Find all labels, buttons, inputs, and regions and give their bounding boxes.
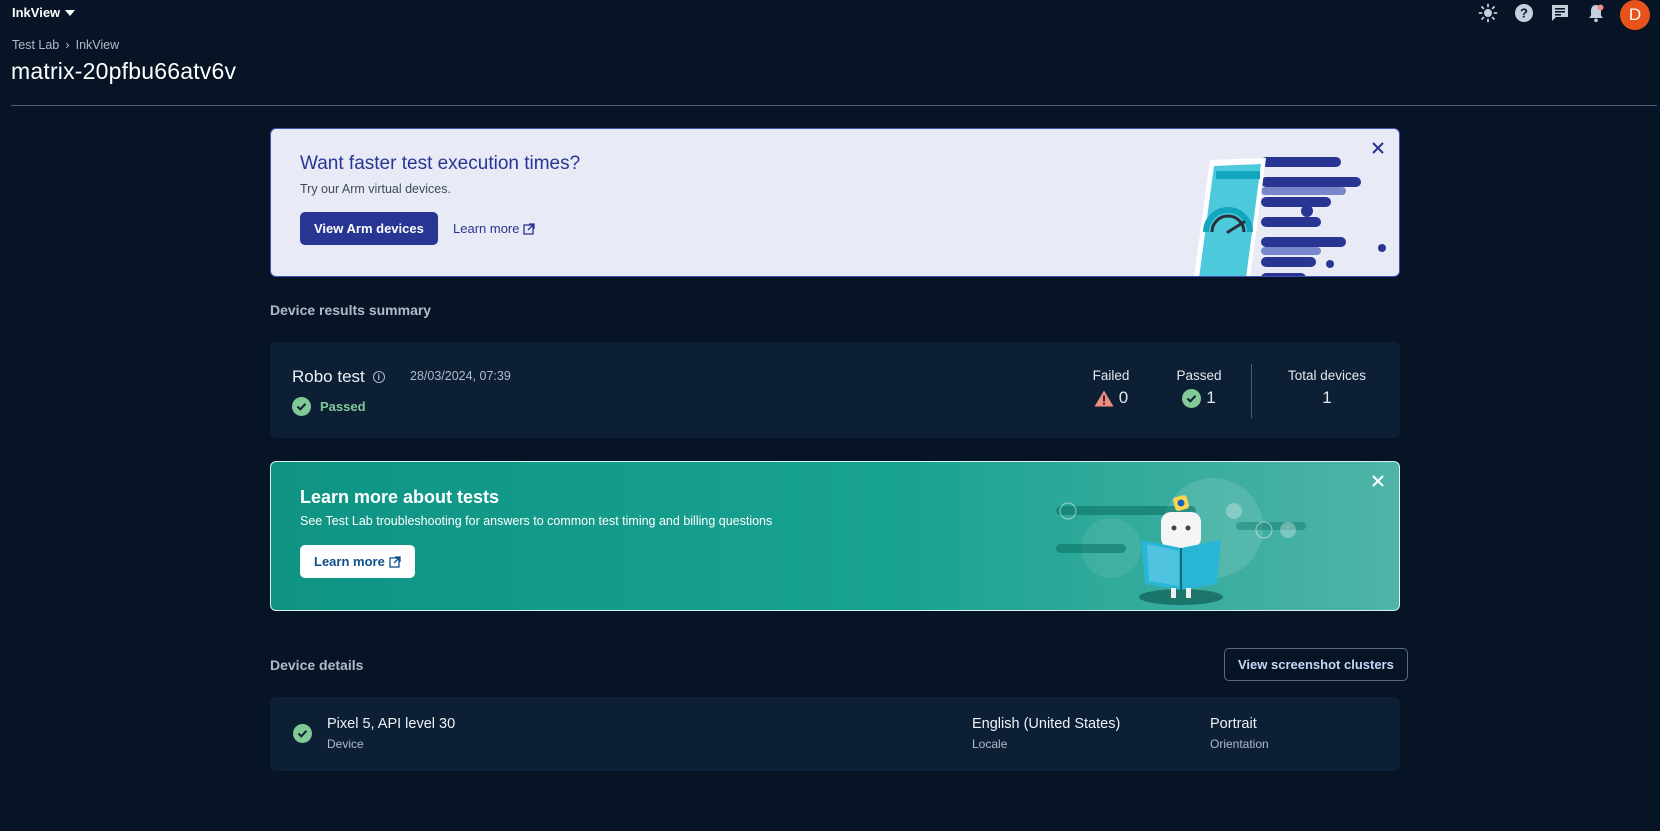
top-bar: InkView ? D <box>0 0 1660 30</box>
status-badge: Passed <box>292 397 366 416</box>
theme-icon[interactable] <box>1476 2 1499 25</box>
divider <box>11 105 1657 106</box>
check-circle-icon <box>1182 388 1202 408</box>
device-details-heading: Device details <box>270 657 364 673</box>
project-name: InkView <box>12 5 61 20</box>
avatar[interactable]: D <box>1620 0 1650 30</box>
check-circle-icon <box>292 397 311 416</box>
check-circle-icon <box>293 724 312 743</box>
feedback-icon[interactable] <box>1548 2 1571 25</box>
stat-value: 1 <box>1322 388 1332 407</box>
project-selector[interactable]: InkView <box>12 5 76 20</box>
info-icon[interactable]: i <box>372 371 385 383</box>
orientation-value: Portrait <box>1210 716 1257 732</box>
status-text: Passed <box>320 399 366 414</box>
summary-card: Robo test i 28/03/2024, 07:39 Passed Fai… <box>270 342 1400 438</box>
breadcrumb-item-test-lab[interactable]: Test Lab <box>12 38 59 52</box>
page-title: matrix-20pfbu66atv6v <box>11 58 237 84</box>
speed-phone-illustration <box>1166 129 1396 276</box>
device-name: Pixel 5, API level 30 <box>327 716 456 732</box>
orientation-cell: Portrait Orientation <box>1210 716 1269 751</box>
close-banner-button[interactable] <box>1367 137 1389 159</box>
test-name-row: Robo test i <box>292 367 385 387</box>
stat-failed: Failed 0 <box>1078 368 1144 408</box>
divider <box>1251 364 1252 418</box>
external-link-icon <box>389 555 401 568</box>
learn-more-label: Learn more <box>453 221 520 236</box>
test-timestamp: 28/03/2024, 07:39 <box>410 369 511 383</box>
locale-label: Locale <box>972 737 1008 751</box>
reading-robot-illustration <box>1031 462 1331 610</box>
stat-label: Passed <box>1176 368 1222 383</box>
banner-subtitle: See Test Lab troubleshooting for answers… <box>300 514 773 528</box>
arm-devices-banner: Want faster test execution times? Try ou… <box>270 128 1400 277</box>
help-icon[interactable]: ? <box>1512 2 1535 25</box>
locale-cell: English (United States) Locale <box>972 716 1120 751</box>
orientation-label: Orientation <box>1210 737 1269 751</box>
device-row[interactable]: Pixel 5, API level 30 Device English (Un… <box>270 697 1400 771</box>
close-banner-button[interactable] <box>1367 470 1389 492</box>
external-link-icon <box>523 222 536 235</box>
breadcrumb: Test Lab › InkView <box>12 37 119 52</box>
learn-more-banner: Learn more about tests See Test Lab trou… <box>270 461 1400 611</box>
banner-title: Want faster test execution times? <box>300 153 581 174</box>
stat-value: 0 <box>1078 388 1144 408</box>
device-label: Device <box>327 737 364 751</box>
close-icon <box>1372 475 1384 487</box>
chevron-right-icon: › <box>65 37 70 52</box>
device-cell: Pixel 5, API level 30 Device <box>327 716 455 751</box>
banner-title: Learn more about tests <box>300 487 500 507</box>
caret-down-icon <box>65 9 76 16</box>
learn-more-label: Learn more <box>314 554 385 569</box>
stat-label: Total devices <box>1287 368 1367 383</box>
stat-total-devices: Total devices 1 <box>1270 368 1384 408</box>
device-results-summary-heading: Device results summary <box>270 302 432 318</box>
notifications-icon[interactable] <box>1584 2 1607 25</box>
view-screenshot-clusters-button[interactable]: View screenshot clusters <box>1224 648 1408 681</box>
view-arm-devices-button[interactable]: View Arm devices <box>300 212 438 245</box>
test-name: Robo test <box>292 367 365 386</box>
stat-passed: Passed 1 <box>1166 368 1232 408</box>
learn-more-button[interactable]: Learn more <box>300 545 415 578</box>
top-icons: ? D <box>1476 0 1650 30</box>
stat-label: Failed <box>1092 368 1130 383</box>
stat-value: 1 <box>1166 388 1232 408</box>
locale-value: English (United States) <box>972 716 1121 732</box>
learn-more-link[interactable]: Learn more <box>441 212 547 245</box>
breadcrumb-item-inkview[interactable]: InkView <box>76 38 120 52</box>
svg-text:?: ? <box>1520 6 1528 21</box>
warning-icon <box>1094 390 1114 406</box>
banner-subtitle: Try our Arm virtual devices. <box>300 182 451 196</box>
close-icon <box>1372 142 1384 154</box>
